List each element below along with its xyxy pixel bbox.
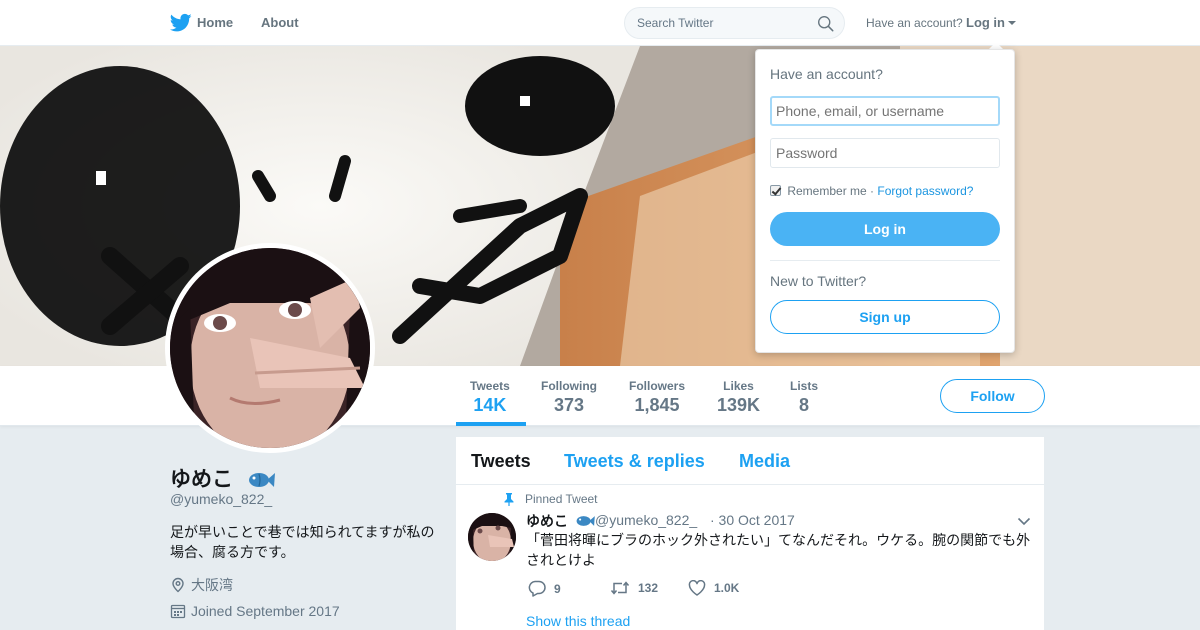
fish-emoji-icon xyxy=(248,473,275,488)
stat-lists[interactable]: Lists 8 xyxy=(790,379,818,416)
signup-button[interactable]: Sign up xyxy=(770,300,1000,334)
remember-row: Remember me · Forgot password? xyxy=(770,184,973,198)
tab-tweets[interactable]: Tweets xyxy=(471,451,531,472)
show-thread-link[interactable]: Show this thread xyxy=(526,613,630,629)
search-icon[interactable] xyxy=(817,15,834,32)
profile-location: 大阪湾 xyxy=(170,575,233,595)
have-account-text: Have an account? xyxy=(866,16,963,30)
stat-label: Likes xyxy=(723,379,754,393)
reply-action[interactable]: 9 xyxy=(528,580,561,597)
stat-value: 1,845 xyxy=(634,395,680,415)
stat-value: 373 xyxy=(553,395,585,415)
stat-label: Lists xyxy=(790,379,819,393)
new-to-twitter-text: New to Twitter? xyxy=(770,273,867,289)
stat-followers[interactable]: Followers 1,845 xyxy=(629,379,685,416)
location-pin-icon xyxy=(172,577,184,593)
search-input[interactable]: Search Twitter xyxy=(624,7,845,39)
stat-label: Followers xyxy=(629,379,686,393)
stat-value: 14K xyxy=(473,395,507,415)
tweet-item[interactable]: Pinned Tweet ゆめこ @yumeko_822_ · 30 Oct 2… xyxy=(456,485,1044,630)
like-action[interactable]: 1.0K xyxy=(688,579,740,596)
forgot-password-link[interactable]: Forgot password? xyxy=(877,184,973,198)
separator-dot: · xyxy=(870,184,875,198)
twitter-bird-icon[interactable] xyxy=(170,13,192,33)
tweet-author-name[interactable]: ゆめこ xyxy=(526,511,595,531)
profile-avatar[interactable] xyxy=(165,243,375,453)
retweet-count: 132 xyxy=(638,581,659,595)
username-input[interactable] xyxy=(770,96,1000,126)
tweet-text: 「菅田将暉にブラのホック外されたい」てなんだそれ。ウケる。腕の関節でも外されとけ… xyxy=(526,532,1031,568)
profile-location-text: 大阪湾 xyxy=(191,577,233,593)
login-dropdown: Have an account? Remember me · Forgot pa… xyxy=(755,49,1015,353)
login-menu-button[interactable]: Log in xyxy=(966,15,1005,30)
dropdown-title: Have an account? xyxy=(770,66,883,82)
profile-name: ゆめこ xyxy=(170,463,275,493)
chevron-down-icon[interactable] xyxy=(1017,517,1031,526)
tweet-author-name-text: ゆめこ xyxy=(526,513,568,529)
tweet-author-handle[interactable]: @yumeko_822_ xyxy=(595,512,697,528)
stat-label: Following xyxy=(541,379,597,393)
pin-icon xyxy=(504,493,514,506)
tweet-date[interactable]: · 30 Oct 2017 xyxy=(710,512,795,528)
profile-handle[interactable]: @yumeko_822_ xyxy=(170,491,272,507)
profile-joined-text: Joined September 2017 xyxy=(191,603,340,619)
password-input[interactable] xyxy=(770,138,1000,168)
profile-bio: 足が早いことで巷では知られてますが私の場合、腐る方です。 xyxy=(170,524,435,560)
calendar-icon xyxy=(170,604,186,619)
search-placeholder: Search Twitter xyxy=(637,16,714,30)
stat-value: 8 xyxy=(799,395,810,415)
timeline-tabs: Tweets Tweets & replies Media xyxy=(456,437,1044,485)
remember-me-label[interactable]: Remember me xyxy=(787,184,866,198)
retweet-action[interactable]: 132 xyxy=(610,580,658,596)
profile-joined: Joined September 2017 xyxy=(170,603,340,619)
stat-likes[interactable]: Likes 139K xyxy=(717,379,760,416)
heart-icon xyxy=(688,579,706,596)
fish-emoji-icon xyxy=(576,516,595,526)
login-button[interactable]: Log in xyxy=(770,212,1000,246)
retweet-icon xyxy=(610,581,630,595)
divider xyxy=(770,260,1000,261)
stat-tweets[interactable]: Tweets 14K xyxy=(470,379,510,416)
tab-media[interactable]: Media xyxy=(739,451,790,472)
timeline: Tweets Tweets & replies Media Pinned Twe… xyxy=(456,437,1044,630)
stat-label: Tweets xyxy=(470,379,510,393)
stat-value: 139K xyxy=(717,395,761,415)
pinned-tweet-label: Pinned Tweet xyxy=(525,492,598,506)
profile-name-text: ゆめこ xyxy=(170,468,233,491)
tab-tweets-replies[interactable]: Tweets & replies xyxy=(564,451,705,472)
reply-count: 9 xyxy=(554,582,561,596)
follow-button[interactable]: Follow xyxy=(940,379,1045,413)
caret-down-icon[interactable] xyxy=(1008,21,1016,25)
nav-home-link[interactable]: Home xyxy=(197,15,233,30)
active-stat-underline xyxy=(456,422,526,426)
top-navigation: Home About Search Twitter Have an accoun… xyxy=(0,0,1200,46)
remember-me-checkbox[interactable] xyxy=(770,185,781,196)
tweet-avatar[interactable] xyxy=(468,513,516,561)
like-count: 1.0K xyxy=(714,581,740,595)
stat-following[interactable]: Following 373 xyxy=(541,379,597,416)
nav-about-link[interactable]: About xyxy=(261,15,299,30)
reply-icon xyxy=(528,580,546,597)
